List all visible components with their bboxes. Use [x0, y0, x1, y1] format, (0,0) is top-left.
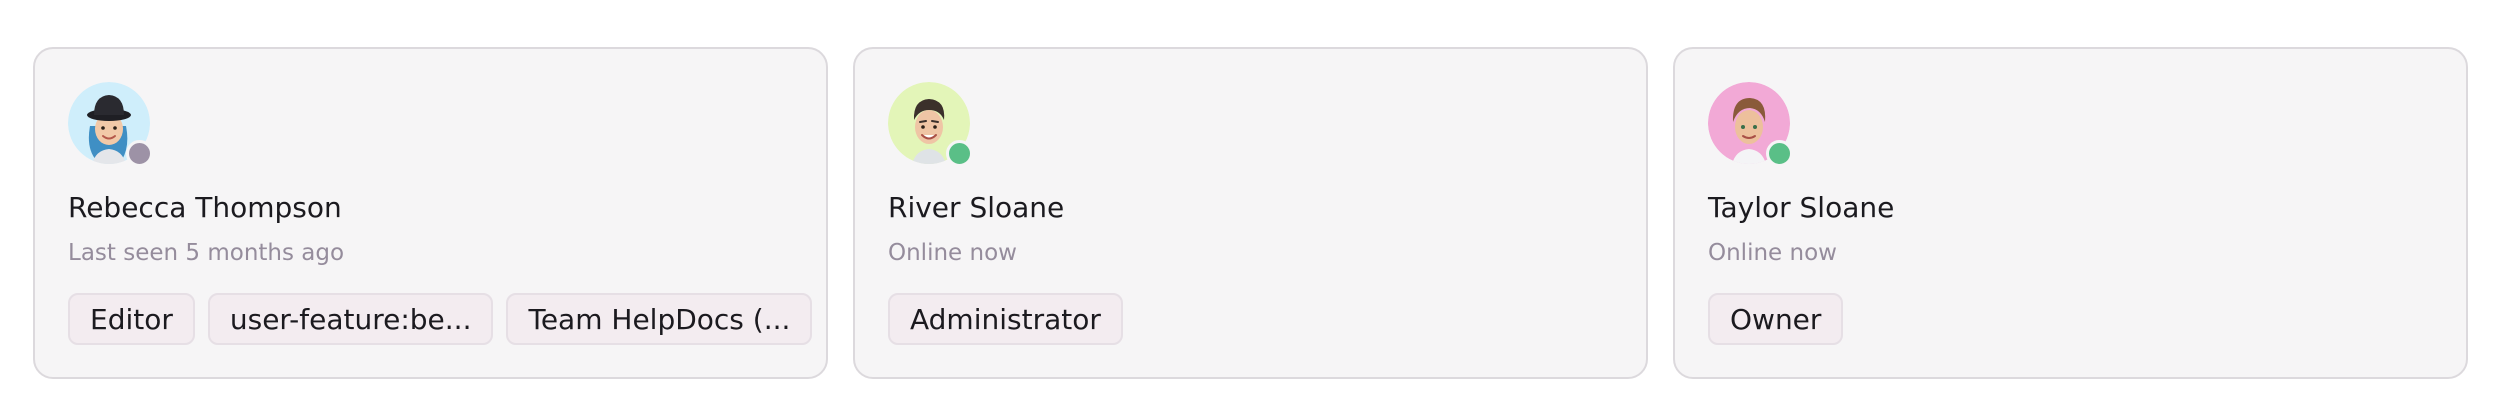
role-tag[interactable]: Owner [1708, 293, 1844, 345]
avatar [1708, 82, 1793, 167]
role-tag[interactable]: Team HelpDocs (... [506, 293, 813, 345]
member-name: Taylor Sloane [1708, 191, 1895, 224]
member-name: Rebecca Thompson [68, 191, 342, 224]
presence-online-icon [1766, 140, 1793, 167]
member-card-list: Rebecca Thompson Last seen 5 months ago … [33, 47, 2468, 379]
member-card[interactable]: Rebecca Thompson Last seen 5 months ago … [33, 47, 828, 379]
member-card[interactable]: Taylor Sloane Online now Owner [1673, 47, 2468, 379]
role-tag[interactable]: Administrator [888, 293, 1123, 345]
avatar [888, 82, 973, 167]
presence-online-icon [946, 140, 973, 167]
role-tag-list: Administrator [888, 293, 1123, 345]
role-tag-list: Owner [1708, 293, 1844, 345]
member-last-seen: Last seen 5 months ago [68, 240, 345, 266]
member-online-status: Online now [1708, 240, 1837, 266]
member-name: River Sloane [888, 191, 1065, 224]
member-card[interactable]: River Sloane Online now Administrator [853, 47, 1648, 379]
avatar [68, 82, 153, 167]
role-tag[interactable]: Editor [68, 293, 195, 345]
member-online-status: Online now [888, 240, 1017, 266]
presence-offline-icon [126, 140, 153, 167]
role-tag[interactable]: user-feature:be... [207, 293, 494, 345]
role-tag-list: Editor user-feature:be... Team HelpDocs … [68, 293, 813, 345]
